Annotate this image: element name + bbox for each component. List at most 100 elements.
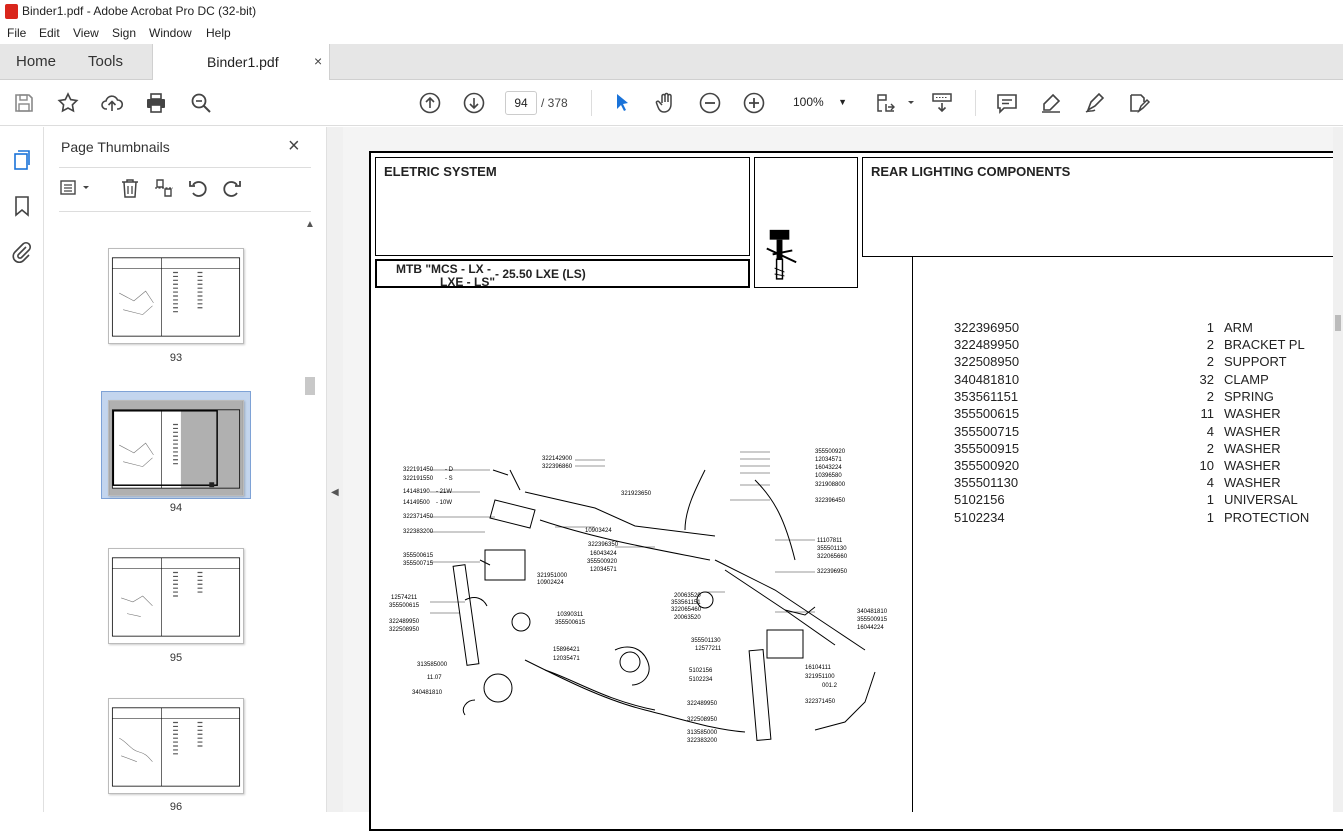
select-cursor-icon[interactable] bbox=[610, 91, 634, 115]
zoom-out-icon[interactable] bbox=[698, 91, 722, 115]
collapse-panel-icon[interactable]: ◀ bbox=[331, 487, 339, 498]
diagram-label: 12577211 bbox=[695, 646, 722, 652]
model-line-1: MTB "MCS - LX - bbox=[396, 262, 492, 276]
part-desc: PROTECTION bbox=[1224, 510, 1310, 525]
tab-tools[interactable]: Tools bbox=[88, 53, 123, 70]
bookmark-star-icon[interactable] bbox=[56, 91, 80, 115]
part-number: 355501130 bbox=[954, 475, 1019, 490]
diagram-label: 322065460 bbox=[671, 607, 702, 613]
diagram-label: - S bbox=[445, 476, 453, 482]
part-number: 5102156 bbox=[954, 492, 1005, 507]
part-desc: BRACKET PL bbox=[1224, 337, 1305, 352]
extract-pages-icon[interactable] bbox=[153, 177, 175, 199]
part-desc: WASHER bbox=[1224, 441, 1281, 456]
parts-row: 355500920 10 WASHER bbox=[954, 458, 1324, 475]
scrollbar-thumb[interactable] bbox=[1335, 315, 1341, 331]
parts-row: 355501130 4 WASHER bbox=[954, 475, 1324, 492]
draw-pen-icon[interactable] bbox=[1083, 91, 1107, 115]
diagram-label: 10902424 bbox=[537, 580, 564, 586]
menu-window[interactable]: Window bbox=[149, 26, 192, 40]
diagram-label: 321951100 bbox=[805, 674, 835, 680]
diagram-label: 355500615 bbox=[403, 553, 434, 559]
part-number: 322489950 bbox=[954, 337, 1020, 352]
rotate-counterclockwise-icon[interactable] bbox=[187, 177, 209, 199]
menu-edit[interactable]: Edit bbox=[39, 26, 60, 40]
zoom-in-icon[interactable] bbox=[742, 91, 766, 115]
part-qty: 10 bbox=[1199, 458, 1214, 473]
next-page-icon[interactable] bbox=[462, 91, 486, 115]
diagram-label: 355500915 bbox=[857, 617, 888, 623]
part-number: 355500715 bbox=[954, 424, 1020, 439]
menu-view[interactable]: View bbox=[73, 26, 99, 40]
thumbnail-page[interactable] bbox=[108, 248, 244, 344]
section-title: ELETRIC SYSTEM bbox=[384, 164, 497, 179]
print-icon[interactable] bbox=[144, 91, 168, 115]
menu-sign[interactable]: Sign bbox=[112, 26, 136, 40]
bookmarks-icon[interactable] bbox=[10, 194, 34, 218]
diagram-label: 12574211 bbox=[391, 595, 418, 601]
diagram-label: 20063520 bbox=[674, 615, 701, 621]
options-dropdown-icon[interactable] bbox=[81, 177, 91, 199]
zoom-search-icon[interactable] bbox=[189, 91, 213, 115]
panel-splitter[interactable]: ◀ bbox=[326, 127, 343, 812]
part-desc: WASHER bbox=[1224, 475, 1281, 490]
component-header-box: REAR LIGHTING COMPONENTS bbox=[862, 157, 1343, 257]
parts-row: 340481810 32 CLAMP bbox=[954, 372, 1324, 389]
zoom-level-select[interactable]: 100% ▼ bbox=[785, 91, 853, 115]
tab-home[interactable]: Home bbox=[16, 53, 56, 70]
panel-divider bbox=[59, 167, 311, 168]
fill-sign-icon[interactable] bbox=[1127, 91, 1151, 115]
diagram-label: 322383200 bbox=[403, 529, 434, 535]
parts-row: 355500915 2 WASHER bbox=[954, 441, 1324, 458]
close-panel-icon[interactable]: × bbox=[288, 135, 300, 158]
page-fit-dropdown-icon[interactable] bbox=[899, 91, 914, 115]
close-tab-icon[interactable]: × bbox=[314, 53, 322, 69]
diagram-label: 10903424 bbox=[585, 528, 612, 534]
zoom-level-value: 100% bbox=[793, 95, 824, 109]
keyboard-scroll-icon[interactable] bbox=[930, 91, 954, 115]
page-thumbnails-panel: Page Thumbnails × 93 94 95 96 ▲ bbox=[44, 127, 326, 813]
diagram-label: 322065660 bbox=[817, 554, 848, 560]
diagram-label: 322142900 bbox=[542, 456, 573, 462]
hand-tool-icon[interactable] bbox=[654, 91, 678, 115]
part-number: 5102234 bbox=[954, 510, 1005, 525]
previous-page-icon[interactable] bbox=[418, 91, 442, 115]
document-scrollbar[interactable] bbox=[1333, 127, 1343, 812]
diagram-label: 321908800 bbox=[815, 482, 846, 488]
thumbnail-page[interactable] bbox=[108, 698, 244, 794]
diagram-label: 322489950 bbox=[687, 701, 718, 707]
diagram-label: 11107811 bbox=[817, 538, 843, 544]
attachments-paperclip-icon[interactable] bbox=[10, 240, 34, 264]
menu-help[interactable]: Help bbox=[206, 26, 231, 40]
scroll-up-icon[interactable]: ▲ bbox=[305, 219, 315, 230]
part-number: 322508950 bbox=[954, 354, 1020, 369]
diagram-label: 14148190 bbox=[403, 489, 430, 495]
tab-document[interactable]: Binder1.pdf × bbox=[152, 44, 330, 80]
page-thumbnails-icon[interactable] bbox=[10, 148, 34, 172]
delete-trash-icon[interactable] bbox=[119, 177, 141, 199]
diagram-label: 340481810 bbox=[857, 609, 888, 615]
toolbar-divider bbox=[591, 90, 592, 116]
diagram-label: 313585000 bbox=[417, 662, 448, 668]
scrollbar-thumb[interactable] bbox=[305, 377, 315, 395]
diagram-label: 321923650 bbox=[621, 491, 652, 497]
rotate-clockwise-icon[interactable] bbox=[221, 177, 243, 199]
save-icon[interactable] bbox=[12, 91, 36, 115]
lamp-symbol-icon bbox=[766, 229, 797, 280]
page-fit-icon[interactable] bbox=[874, 91, 898, 115]
diagram-label: 355500615 bbox=[555, 620, 586, 626]
diagram-label: 322191450 bbox=[403, 467, 434, 473]
thumbnail-page[interactable] bbox=[108, 548, 244, 644]
page-number-input[interactable]: 94 bbox=[505, 91, 537, 115]
menu-file[interactable]: File bbox=[7, 26, 26, 40]
thumbnail-options-icon[interactable] bbox=[59, 177, 81, 199]
thumbnail-preview bbox=[111, 557, 241, 637]
thumbnail-scrollbar[interactable]: ▲ bbox=[302, 219, 318, 812]
upload-cloud-icon[interactable] bbox=[100, 91, 124, 115]
diagram-label: 11.07 bbox=[427, 675, 442, 681]
comment-icon[interactable] bbox=[995, 91, 1019, 115]
part-desc: WASHER bbox=[1224, 406, 1281, 421]
highlight-pen-icon[interactable] bbox=[1039, 91, 1063, 115]
part-qty: 1 bbox=[1206, 492, 1214, 507]
thumbnail-page-selected[interactable] bbox=[108, 400, 244, 496]
